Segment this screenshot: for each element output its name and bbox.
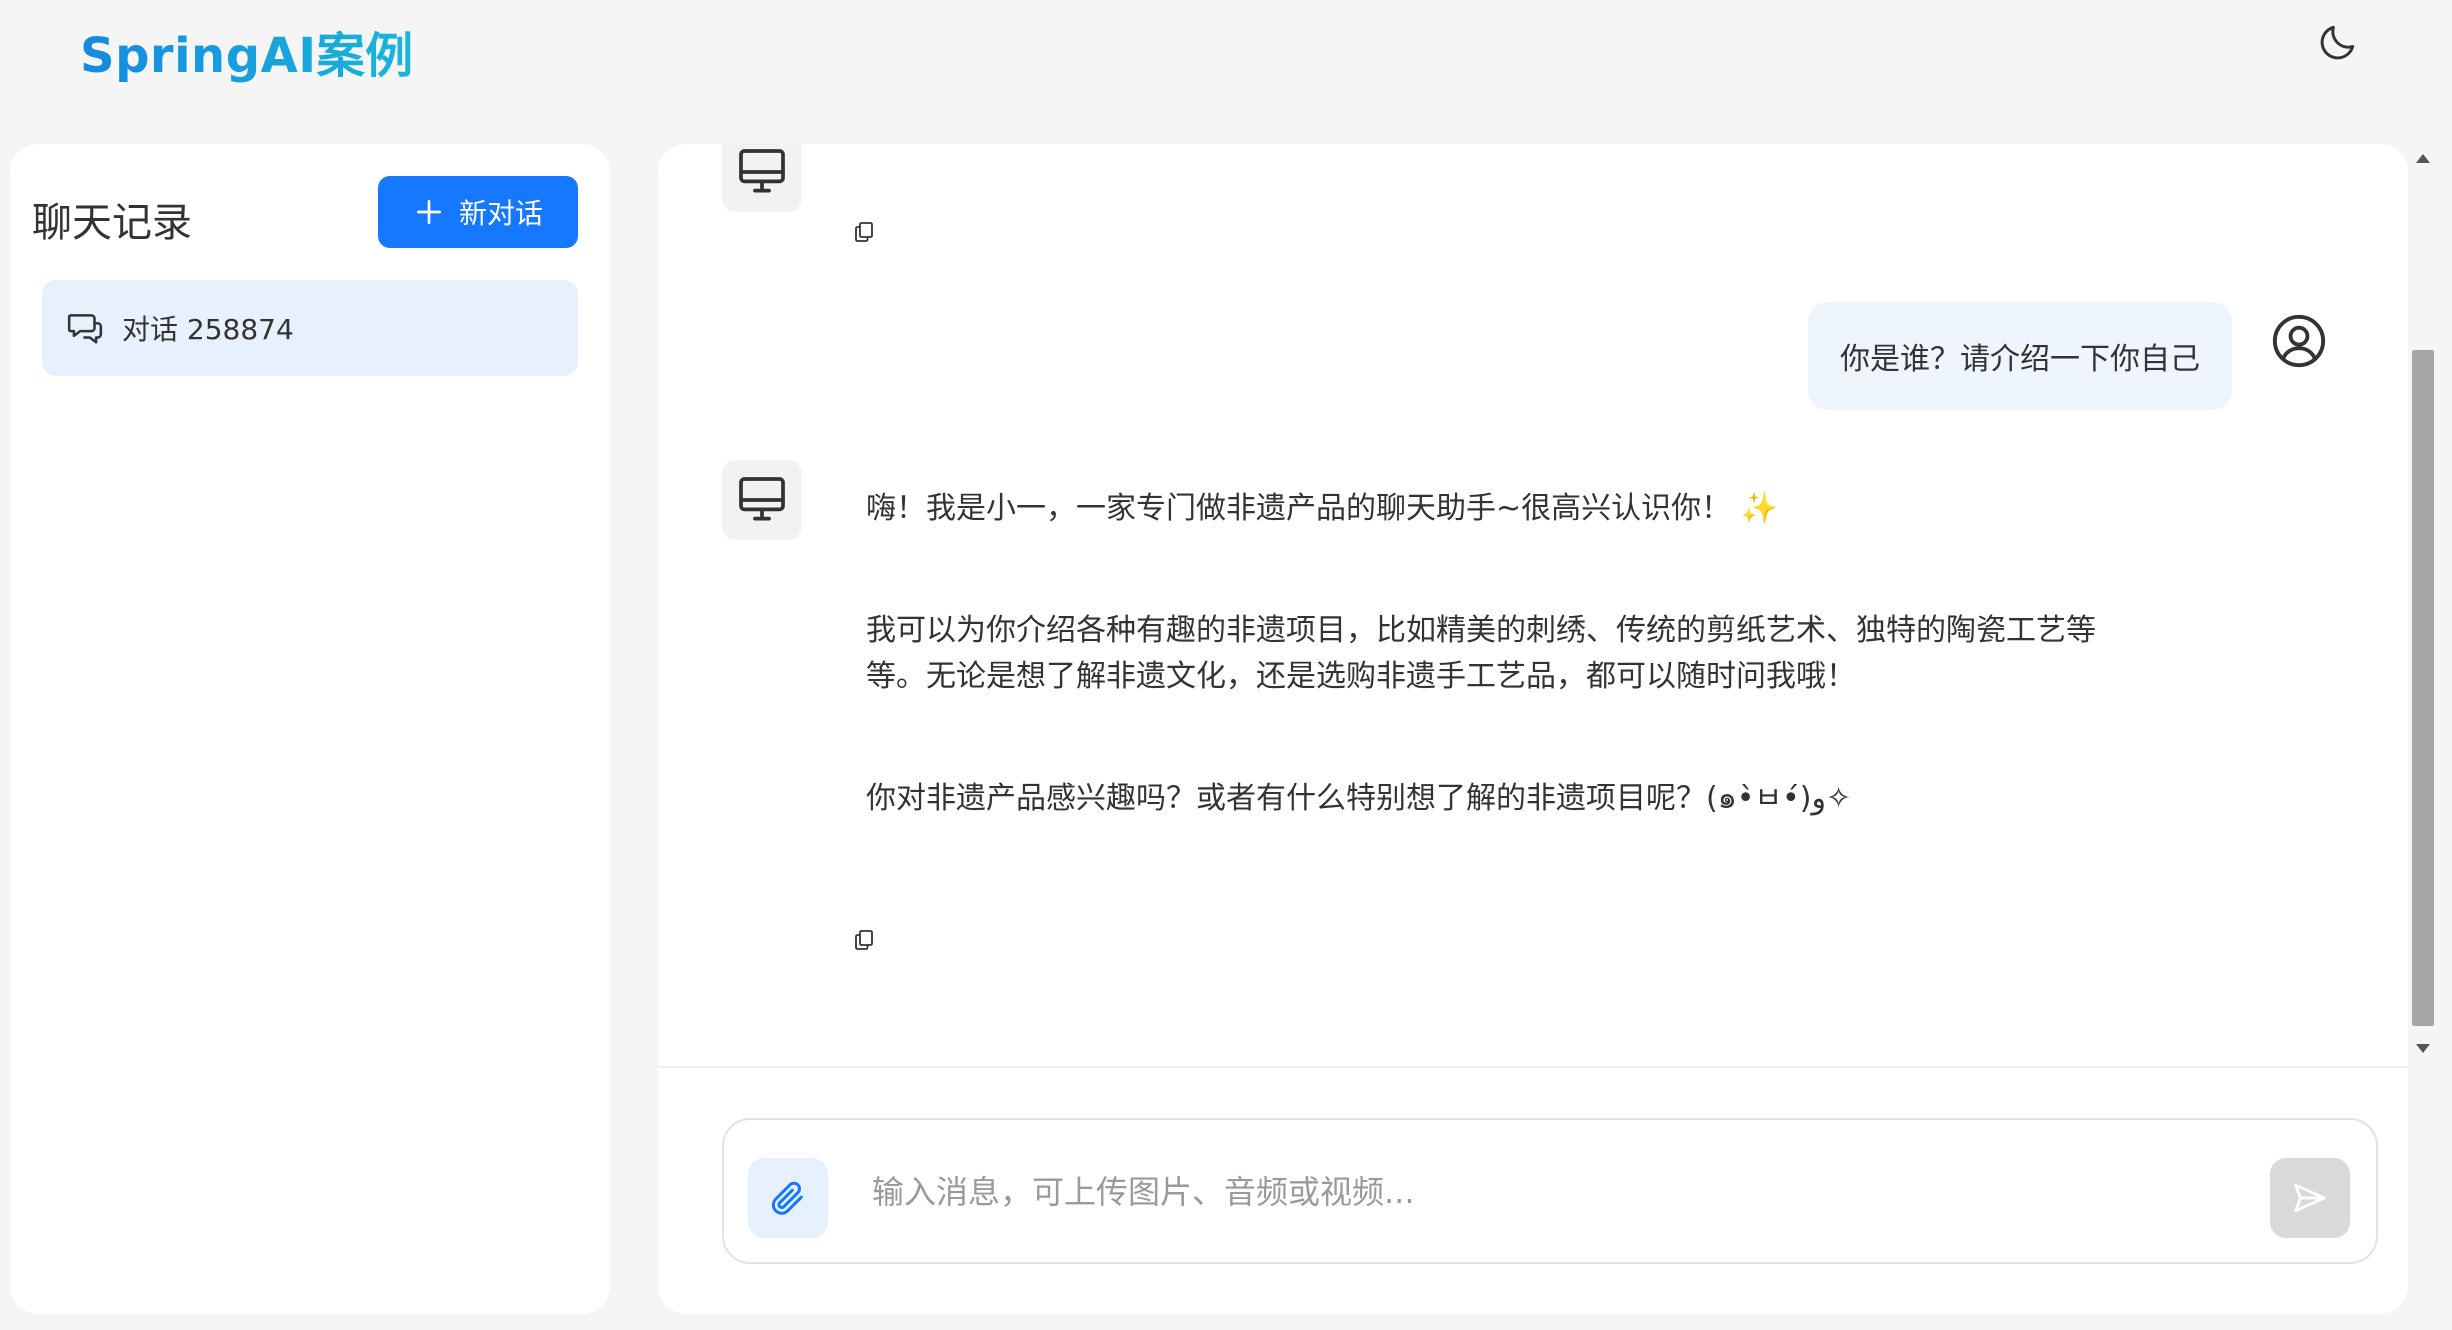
- message-input[interactable]: [872, 1150, 2222, 1234]
- message-composer: [722, 1118, 2378, 1264]
- scrollbar-thumb[interactable]: [2412, 350, 2434, 1026]
- user-circle-icon: [2272, 314, 2326, 368]
- theme-toggle-button[interactable]: [2310, 14, 2366, 70]
- input-divider: [658, 1066, 2408, 1068]
- bot-avatar: [722, 144, 802, 212]
- scroll-down-arrow-icon[interactable]: [2416, 1044, 2430, 1053]
- copy-button[interactable]: [848, 924, 880, 956]
- sidebar-title: 聊天记录: [32, 200, 192, 246]
- monitor-icon: [739, 149, 785, 193]
- chat-panel: 你是谁？请介绍一下你自己 嗨！我是小一，一家专门做非遗产品的聊天助手~很高兴认识…: [658, 144, 2408, 1314]
- conversation-item[interactable]: 对话 258874: [42, 280, 578, 376]
- chat-bubbles-icon: [67, 314, 103, 344]
- copy-button[interactable]: [848, 216, 880, 248]
- paperclip-icon: [771, 1181, 803, 1215]
- send-icon: [2294, 1183, 2326, 1213]
- new-chat-label: 新对话: [458, 197, 543, 230]
- message-list[interactable]: 你是谁？请介绍一下你自己 嗨！我是小一，一家专门做非遗产品的聊天助手~很高兴认识…: [658, 144, 2408, 1068]
- copy-icon: [855, 222, 873, 242]
- plus-icon: [416, 200, 441, 224]
- scroll-up-arrow-icon[interactable]: [2416, 154, 2430, 163]
- new-chat-button[interactable]: 新对话: [378, 176, 578, 248]
- send-button[interactable]: [2270, 1158, 2350, 1238]
- top-bar: SpringAI案例: [0, 0, 2452, 140]
- bot-message-text: 嗨！我是小一，一家专门做非遗产品的聊天助手~很高兴认识你！ ✨ 我可以为你介绍各…: [866, 486, 2126, 822]
- bot-paragraph: 嗨！我是小一，一家专门做非遗产品的聊天助手~很高兴认识你！ ✨: [866, 491, 1779, 526]
- attach-button[interactable]: [748, 1158, 828, 1238]
- user-avatar: [2268, 310, 2330, 372]
- moon-icon: [2320, 25, 2355, 60]
- user-message-bubble: 你是谁？请介绍一下你自己: [1808, 302, 2232, 410]
- copy-icon: [855, 930, 873, 950]
- bot-avatar: [722, 460, 802, 540]
- app-brand: SpringAI案例: [80, 16, 414, 86]
- bot-paragraph: 你对非遗产品感兴趣吗？或者有什么特别想了解的非遗项目呢？(๑•̀ㅂ•́)و✧: [866, 781, 1852, 816]
- conversation-label: 对话 258874: [122, 313, 294, 346]
- message-scrollbar[interactable]: [2408, 144, 2436, 1068]
- bot-paragraph: 我可以为你介绍各种有趣的非遗项目，比如精美的刺绣、传统的剪纸艺术、独特的陶瓷工艺…: [866, 613, 2096, 694]
- monitor-icon: [739, 477, 785, 521]
